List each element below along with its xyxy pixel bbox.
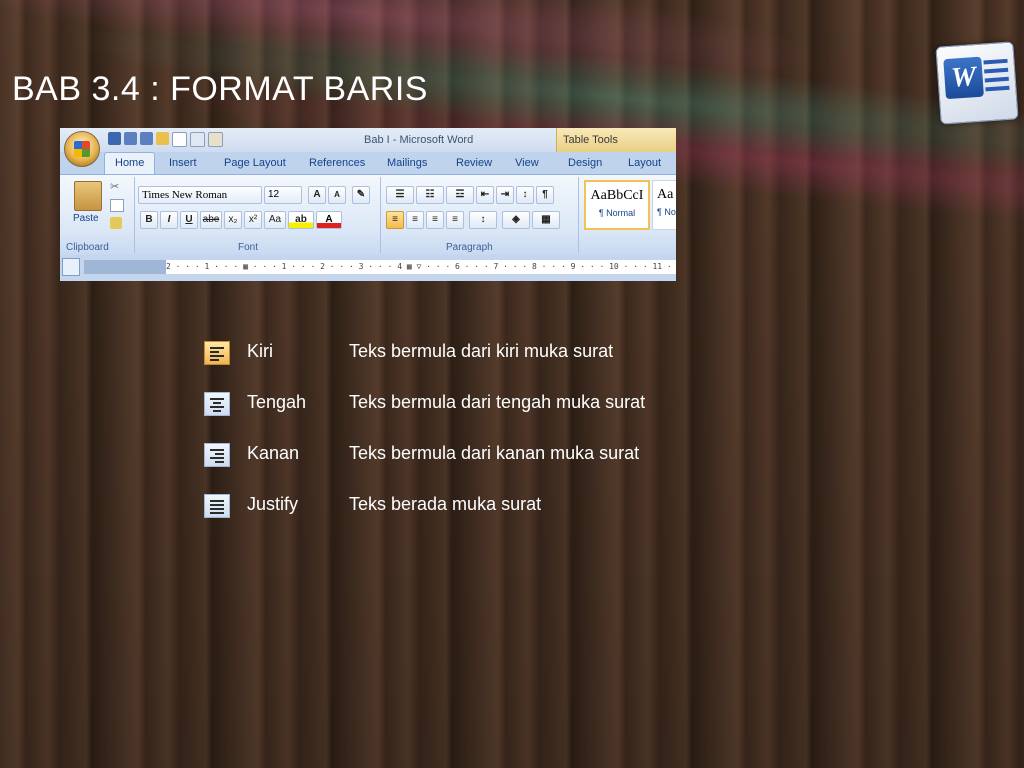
format-painter-icon[interactable] — [110, 217, 122, 229]
style-normal-label: ¶ Normal — [598, 208, 636, 218]
word-logo-letter: W — [943, 56, 984, 100]
open-folder-icon[interactable] — [156, 132, 169, 145]
quick-access-toolbar: Bab I - Microsoft Word Table Tools — [60, 128, 676, 152]
word-ribbon-screenshot: Bab I - Microsoft Word Table Tools Home … — [60, 128, 676, 281]
line-spacing-icon[interactable]: ↕ — [469, 211, 497, 229]
tab-page-layout[interactable]: Page Layout — [224, 157, 286, 169]
superscript-button[interactable]: x² — [244, 211, 262, 229]
paste-icon[interactable] — [74, 181, 102, 211]
word-logo-icon: W — [935, 41, 1019, 125]
tab-selector-icon[interactable] — [62, 258, 80, 276]
print-preview-icon[interactable] — [190, 132, 205, 147]
window-title: Bab I - Microsoft Word — [364, 134, 474, 146]
style-normal-preview: AaBbCcI — [590, 188, 644, 203]
tab-references[interactable]: References — [309, 157, 365, 169]
table-tools-label: Table Tools — [563, 134, 618, 146]
bullets-icon[interactable]: ☰ — [386, 186, 414, 204]
cut-icon[interactable]: ✂ — [110, 181, 122, 193]
tab-view[interactable]: View — [515, 157, 539, 169]
shrink-font-icon[interactable]: A — [328, 186, 346, 204]
align-left-button[interactable]: ≡ — [386, 211, 404, 229]
align-right-button[interactable]: ≡ — [426, 211, 444, 229]
font-size-select[interactable]: 12 — [264, 186, 302, 204]
ribbon-body: Paste ✂ Clipboard Times New Roman 12 A A… — [60, 174, 676, 255]
group-separator — [578, 177, 579, 253]
slide-title: BAB 3.4 : FORMAT BARIS — [12, 70, 428, 108]
shading-icon[interactable]: ◈ — [502, 211, 530, 229]
paste-label[interactable]: Paste — [73, 213, 99, 224]
font-color-icon[interactable]: A — [316, 211, 342, 229]
font-group-label: Font — [238, 242, 259, 253]
sort-icon[interactable]: ↕ — [516, 186, 534, 204]
decrease-indent-icon[interactable]: ⇤ — [476, 186, 494, 204]
multilevel-list-icon[interactable]: ☲ — [446, 186, 474, 204]
undo-icon[interactable] — [124, 132, 137, 145]
clear-formatting-icon[interactable]: ✎ — [352, 186, 370, 204]
tab-design[interactable]: Design — [568, 157, 602, 169]
align-left-icon — [204, 341, 230, 365]
alignment-description: Teks bermula dari kiri muka surat — [349, 341, 614, 361]
save-icon[interactable] — [108, 132, 121, 145]
increase-indent-icon[interactable]: ⇥ — [496, 186, 514, 204]
change-case-button[interactable]: Aa — [264, 211, 286, 229]
spelling-icon[interactable] — [208, 132, 223, 147]
tab-insert[interactable]: Insert — [169, 157, 197, 169]
align-right-icon — [204, 443, 230, 467]
underline-button[interactable]: U — [180, 211, 198, 229]
show-formatting-icon[interactable]: ¶ — [536, 186, 554, 204]
ruler-margin — [84, 260, 166, 274]
table-tools-header: Table Tools — [556, 128, 676, 152]
clipboard-group-label: Clipboard — [66, 242, 109, 253]
group-separator — [134, 177, 135, 253]
ruler: 2 · · · 1 · · · ▦ · · · 1 · · · 2 · · · … — [60, 255, 676, 281]
alignment-description: Teks bermula dari kanan muka surat — [349, 443, 640, 463]
alignment-description: Teks bermula dari tengah muka surat — [349, 392, 646, 412]
font-name-select[interactable]: Times New Roman — [138, 186, 262, 204]
highlight-icon[interactable]: ab — [288, 211, 314, 229]
group-separator — [380, 177, 381, 253]
alignment-label: Kiri — [247, 341, 273, 361]
bold-button[interactable]: B — [140, 211, 158, 229]
tab-home[interactable]: Home — [104, 152, 156, 174]
alignment-label: Justify — [247, 494, 299, 514]
office-button[interactable] — [64, 131, 100, 167]
italic-button[interactable]: I — [160, 211, 178, 229]
alignment-description: Teks berada muka surat — [349, 494, 542, 514]
style-normal[interactable]: AaBbCcI ¶ Normal — [584, 180, 650, 230]
style-no-spacing[interactable]: Aa ¶ No — [652, 180, 676, 230]
copy-icon[interactable] — [110, 199, 124, 212]
paragraph-group-label: Paragraph — [446, 242, 493, 253]
style-next-preview: Aa — [657, 187, 674, 202]
ribbon-tabs: Home Insert Page Layout References Maili… — [60, 152, 676, 198]
redo-icon[interactable] — [140, 132, 153, 145]
align-justify-icon — [204, 494, 230, 518]
new-document-icon[interactable] — [172, 132, 187, 147]
style-next-label: ¶ No — [657, 207, 676, 217]
office-logo-icon — [74, 141, 90, 157]
align-center-button[interactable]: ≡ — [406, 211, 424, 229]
numbering-icon[interactable]: ☷ — [416, 186, 444, 204]
justify-button[interactable]: ≡ — [446, 211, 464, 229]
alignment-label: Kanan — [247, 443, 300, 463]
tab-mailings[interactable]: Mailings — [387, 157, 427, 169]
ruler-scale[interactable]: 2 · · · 1 · · · ▦ · · · 1 · · · 2 · · · … — [166, 260, 676, 274]
tab-review[interactable]: Review — [456, 157, 492, 169]
alignment-label: Tengah — [247, 392, 307, 412]
word-logo-lines — [983, 58, 1010, 97]
subscript-button[interactable]: x₂ — [224, 211, 242, 229]
tab-layout[interactable]: Layout — [628, 157, 661, 169]
borders-icon[interactable]: ▦ — [532, 211, 560, 229]
strikethrough-button[interactable]: abe — [200, 211, 222, 229]
align-center-icon — [204, 392, 230, 416]
grow-font-icon[interactable]: A — [308, 186, 326, 204]
